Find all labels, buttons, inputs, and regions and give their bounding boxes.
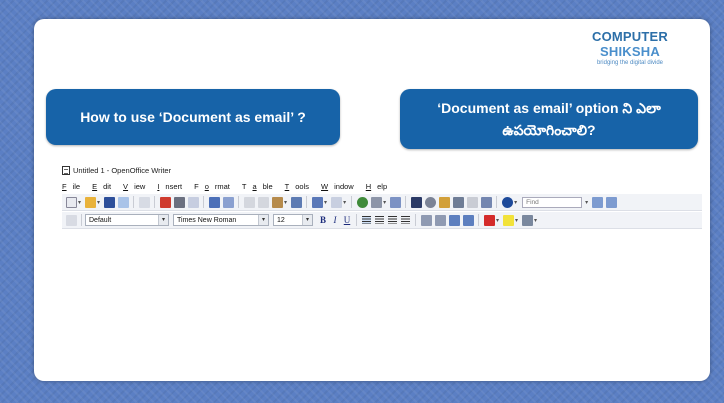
chevron-down-icon[interactable]: ▾ (496, 217, 499, 224)
gallery-icon[interactable] (438, 196, 450, 208)
hyperlink-icon[interactable] (356, 196, 368, 208)
formatting-marks-icon[interactable] (466, 196, 478, 208)
menu-edit[interactable]: Edit (92, 182, 117, 191)
styles-formatting-icon[interactable] (65, 214, 77, 226)
align-left-icon[interactable] (362, 216, 371, 224)
find-previous-icon[interactable] (605, 196, 617, 208)
formatting-toolbar: Default ▾ Times New Roman ▾ 12 ▾ B I U ▾ ▾ (62, 212, 702, 229)
menu-tools[interactable]: Tools (285, 182, 315, 191)
email-document-icon[interactable] (117, 196, 129, 208)
standard-toolbar: ▾ ▾ ▾ ▾ ▾ ▾ ▾ Find ▾ (62, 194, 702, 211)
format-paintbrush-icon[interactable] (290, 196, 302, 208)
bullets-icon[interactable] (434, 214, 446, 226)
zoom-icon[interactable] (480, 196, 492, 208)
copy-icon[interactable] (257, 196, 269, 208)
logo: COMPUTER SHIKSHA bridging the digital di… (566, 29, 694, 66)
paragraph-style-select[interactable]: Default ▾ (85, 214, 169, 226)
background-color-icon[interactable] (521, 214, 533, 226)
data-sources-icon[interactable] (452, 196, 464, 208)
chevron-down-icon[interactable]: ▾ (343, 199, 346, 206)
title-bar: Untitled 1 - OpenOffice Writer (62, 163, 702, 177)
align-center-icon[interactable] (375, 216, 384, 224)
italic-button[interactable]: I (329, 215, 341, 225)
chevron-down-icon[interactable]: ▾ (324, 199, 327, 206)
help-icon[interactable] (501, 196, 513, 208)
underline-button[interactable]: U (341, 215, 353, 225)
decrease-indent-icon[interactable] (448, 214, 460, 226)
paste-icon[interactable] (271, 196, 283, 208)
cut-icon[interactable] (243, 196, 255, 208)
navigator-icon[interactable] (424, 196, 436, 208)
menu-table[interactable]: Ta ble (242, 182, 279, 191)
chevron-down-icon[interactable]: ▾ (158, 215, 168, 225)
window-title: Untitled 1 - OpenOffice Writer (73, 165, 172, 175)
chevron-down-icon[interactable]: ▾ (78, 199, 81, 206)
page-preview-icon[interactable] (187, 196, 199, 208)
menu-view[interactable]: View (123, 182, 151, 191)
menu-help[interactable]: Help (366, 182, 393, 191)
font-name-select[interactable]: Times New Roman ▾ (173, 214, 269, 226)
chevron-down-icon[interactable]: ▾ (302, 215, 312, 225)
openoffice-writer-window: Untitled 1 - OpenOffice Writer File Edit… (62, 163, 702, 229)
menu-file[interactable]: File (62, 182, 86, 191)
question-english: How to use ‘Document as email’ ? (46, 89, 340, 145)
table-icon[interactable] (370, 196, 382, 208)
find-input[interactable]: Find (522, 196, 583, 208)
chevron-down-icon[interactable]: ▾ (534, 217, 537, 224)
bold-button[interactable]: B (317, 215, 329, 225)
edit-file-icon[interactable] (138, 196, 150, 208)
slide: COMPUTER SHIKSHA bridging the digital di… (34, 19, 710, 381)
chevron-down-icon[interactable]: ▾ (258, 215, 268, 225)
save-icon[interactable] (103, 196, 115, 208)
draw-functions-icon[interactable] (389, 196, 401, 208)
new-document-icon[interactable] (65, 196, 77, 208)
increase-indent-icon[interactable] (462, 214, 474, 226)
find-next-icon[interactable] (591, 196, 603, 208)
chevron-down-icon[interactable]: ▾ (585, 199, 588, 206)
logo-text-1: COMPUTER (592, 29, 668, 44)
spellcheck-icon[interactable] (208, 196, 220, 208)
menu-format[interactable]: Fo rmat (194, 182, 236, 191)
chevron-down-icon[interactable]: ▾ (514, 199, 517, 206)
chevron-down-icon[interactable]: ▾ (383, 199, 386, 206)
menu-insert[interactable]: Insert (157, 182, 188, 191)
justify-icon[interactable] (401, 216, 410, 224)
autospellcheck-icon[interactable] (222, 196, 234, 208)
font-color-icon[interactable] (483, 214, 495, 226)
print-icon[interactable] (173, 196, 185, 208)
align-right-icon[interactable] (388, 216, 397, 224)
chevron-down-icon[interactable]: ▾ (515, 217, 518, 224)
menu-bar: File Edit View Insert Fo rmat Ta ble Tools… (62, 179, 702, 193)
undo-icon[interactable] (311, 196, 323, 208)
highlighting-icon[interactable] (502, 214, 514, 226)
export-pdf-icon[interactable] (159, 196, 171, 208)
open-folder-icon[interactable] (84, 196, 96, 208)
font-size-select[interactable]: 12 ▾ (273, 214, 313, 226)
question-telugu: ‘Document as email’ option ని ఎలా ఉపయోగి… (400, 89, 698, 149)
redo-icon[interactable] (330, 196, 342, 208)
menu-window[interactable]: Window (321, 182, 360, 191)
find-replace-icon[interactable] (410, 196, 422, 208)
numbering-icon[interactable] (420, 214, 432, 226)
logo-tagline: bridging the digital divide (596, 60, 664, 66)
logo-text-2: SHIKSHA (600, 44, 660, 59)
document-icon (62, 165, 70, 175)
chevron-down-icon[interactable]: ▾ (284, 199, 287, 206)
chevron-down-icon[interactable]: ▾ (97, 199, 100, 206)
